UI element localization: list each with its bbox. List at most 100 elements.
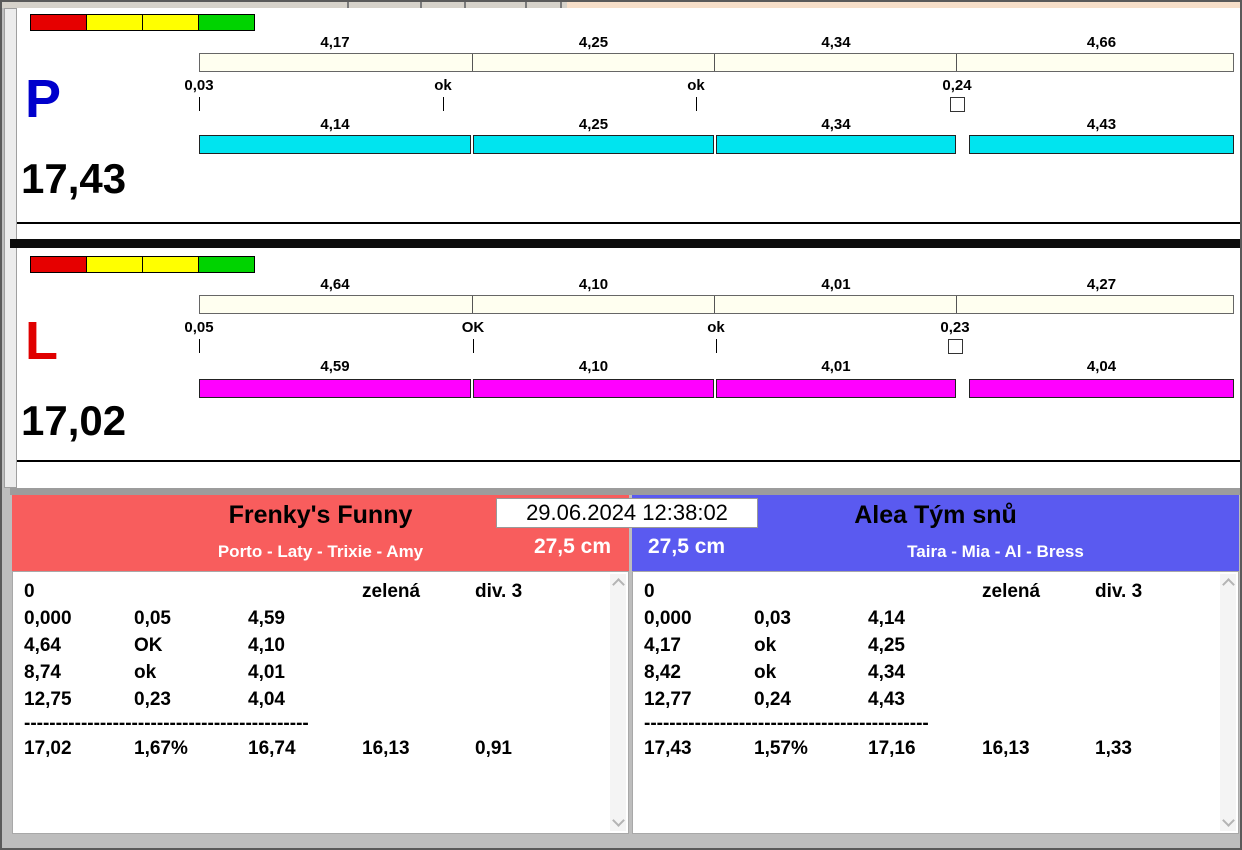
result-cell: 16,74 <box>248 738 296 759</box>
split-bar-segment <box>969 135 1234 154</box>
scroll-up-icon[interactable] <box>612 578 625 591</box>
lane-total-time: 17,43 <box>21 155 127 202</box>
result-cell: ok <box>134 662 157 683</box>
marker-tick <box>473 339 474 353</box>
result-cell: 17,43 <box>644 738 692 759</box>
result-row: 8,74 ok 4,01 <box>24 659 602 686</box>
result-row: 0 zelená div. 3 <box>644 578 1212 605</box>
split-bar-segment <box>716 135 956 154</box>
split-bar-segment <box>473 135 714 154</box>
result-row: 12,75 0,23 4,04 <box>24 686 602 713</box>
marker-checkbox[interactable] <box>948 339 963 354</box>
traffic-light-yellow-segment <box>86 256 143 273</box>
panel-splitter[interactable] <box>10 239 1240 248</box>
result-cell <box>248 578 362 605</box>
result-cell: 4,59 <box>248 608 285 629</box>
result-cell: 0,91 <box>475 738 512 759</box>
result-cell: 0 <box>644 581 655 602</box>
result-row: 0 zelená div. 3 <box>24 578 602 605</box>
upper-split-time: 4,27 <box>1086 276 1117 293</box>
upper-split-time: 4,01 <box>821 276 851 293</box>
result-row: 4,17 ok 4,25 <box>644 632 1212 659</box>
result-cell: 17,02 <box>24 738 72 759</box>
result-cell: 17,16 <box>868 738 916 759</box>
result-separator: ----------------------------------------… <box>24 713 309 734</box>
scrollbar[interactable] <box>1220 574 1236 831</box>
marker-tick <box>199 97 200 111</box>
result-cell: 0 <box>24 581 35 602</box>
split-bar-divider <box>956 54 957 71</box>
lane-panel-p: P 4,17 4,25 4,34 4,66 0,03 ok ok 0,24 4,… <box>17 8 1240 224</box>
result-cell: 4,43 <box>868 689 905 710</box>
side-gutter <box>4 8 17 488</box>
split-bar-divider <box>472 54 473 71</box>
result-cell: ok <box>754 635 777 656</box>
split-bar-divider <box>472 296 473 313</box>
split-bar-divider <box>956 296 957 313</box>
result-cell: 16,13 <box>362 738 410 759</box>
upper-split-time: 4,64 <box>320 276 350 293</box>
result-cell: 8,42 <box>644 662 681 683</box>
traffic-light <box>30 256 255 273</box>
result-cell: 16,13 <box>982 738 1030 759</box>
exchange-marker: 0,23 <box>940 319 970 336</box>
team-results-frenkys-funny: 0 zelená div. 3 0,000 0,05 4,59 4,64 OK … <box>12 571 629 834</box>
marker-tick <box>696 97 697 111</box>
result-cell: OK <box>134 635 163 656</box>
lane-letter: L <box>25 311 58 371</box>
timestamp: 29.06.2024 12:38:02 <box>496 498 758 528</box>
results-text: 0 zelená div. 3 0,000 0,05 4,59 4,64 OK … <box>24 578 602 762</box>
result-cell: 4,64 <box>24 635 61 656</box>
scroll-up-icon[interactable] <box>1222 578 1235 591</box>
split-bar-divider <box>714 296 715 313</box>
upper-split-labels: 4,17 4,25 4,34 4,66 <box>199 34 1234 52</box>
scroll-down-icon[interactable] <box>1222 814 1235 827</box>
result-cell: 0,23 <box>134 689 171 710</box>
team-size-label: 27,5 cm <box>648 535 726 558</box>
lower-split-time: 4,14 <box>320 116 350 133</box>
upper-split-time: 4,17 <box>320 34 350 51</box>
result-cell: ok <box>754 662 777 683</box>
split-bar-segment <box>473 379 714 398</box>
exchange-marker: 0,03 <box>184 77 214 94</box>
split-bar-segment <box>199 379 471 398</box>
result-cell: 1,57% <box>754 738 808 759</box>
lane-panel-l: L 4,64 4,10 4,01 4,27 0,05 OK ok 0,23 4,… <box>17 250 1240 462</box>
exchange-marker: ok <box>687 77 705 94</box>
result-cell: 8,74 <box>24 662 61 683</box>
scrollbar[interactable] <box>610 574 626 831</box>
result-cell: 0,000 <box>644 608 692 629</box>
result-cell: 4,25 <box>868 635 905 656</box>
result-cell: div. 3 <box>475 581 523 602</box>
result-cell: 12,77 <box>644 689 692 710</box>
result-cell: 0,05 <box>134 608 171 629</box>
result-cell: div. 3 <box>1095 581 1143 602</box>
exchange-marker: ok <box>434 77 452 94</box>
result-summary-row: 17,02 1,67% 16,74 16,13 0,91 <box>24 735 602 762</box>
upper-split-time: 4,10 <box>578 276 609 293</box>
result-cell <box>868 578 982 605</box>
timing-app-window: P 4,17 4,25 4,34 4,66 0,03 ok ok 0,24 4,… <box>0 0 1242 850</box>
result-cell: 4,01 <box>248 662 285 683</box>
result-cell: 1,33 <box>1095 738 1132 759</box>
lane-letter: P <box>25 69 62 129</box>
split-bar-segment <box>199 135 471 154</box>
result-bar <box>199 379 1234 398</box>
lower-split-labels: 4,14 4,25 4,34 4,43 <box>199 116 1234 134</box>
upper-split-bar <box>199 53 1234 72</box>
result-row: 12,77 0,24 4,43 <box>644 686 1212 713</box>
result-separator: ----------------------------------------… <box>644 713 929 734</box>
lower-split-time: 4,43 <box>1086 116 1117 133</box>
marker-tick <box>199 339 200 353</box>
lower-split-time: 4,04 <box>1086 358 1117 375</box>
lower-split-time: 4,34 <box>821 116 851 133</box>
marker-checkbox[interactable] <box>950 97 965 112</box>
traffic-light-yellow-segment <box>86 14 143 31</box>
scroll-down-icon[interactable] <box>612 814 625 827</box>
marker-tick <box>716 339 717 353</box>
lower-split-labels: 4,59 4,10 4,01 4,04 <box>199 358 1234 376</box>
result-row: 0,000 0,05 4,59 <box>24 605 602 632</box>
result-cell: 4,14 <box>868 608 905 629</box>
result-cell <box>134 578 248 605</box>
upper-split-time: 4,34 <box>821 34 851 51</box>
